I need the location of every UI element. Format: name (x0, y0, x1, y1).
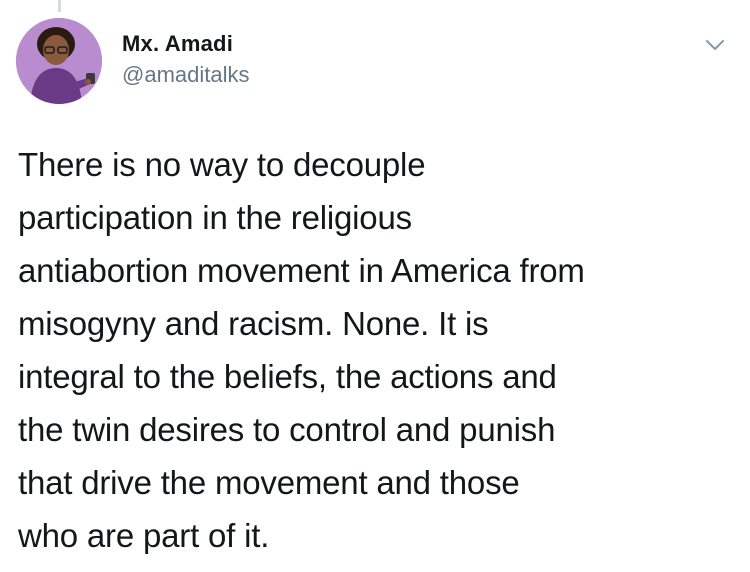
tweet-header: Mx. Amadi @amaditalks (16, 16, 736, 108)
tweet-text-line: misogyny and racism. None. It is (18, 305, 489, 342)
tweet-body: There is no way to decouple participatio… (18, 138, 738, 562)
tweet-text-line: that drive the movement and those (18, 464, 520, 501)
tweet-text-line: There is no way to decouple (18, 146, 426, 183)
display-name[interactable]: Mx. Amadi (122, 30, 250, 58)
thread-connector-line (58, 0, 61, 12)
author-names: Mx. Amadi @amaditalks (122, 30, 250, 90)
tweet-text-line: who are part of it. (18, 517, 270, 554)
tweet-text-line: participation in the religious (18, 199, 412, 236)
tweet-text-line: the twin desires to control and punish (18, 411, 556, 448)
tweet-text-line: antiabortion movement in America from (18, 252, 585, 289)
tweet-text-line: integral to the beliefs, the actions and (18, 358, 557, 395)
user-handle[interactable]: @amaditalks (122, 60, 250, 90)
avatar[interactable] (16, 18, 102, 104)
avatar-illustration (16, 18, 102, 104)
chevron-down-icon[interactable] (704, 34, 726, 56)
